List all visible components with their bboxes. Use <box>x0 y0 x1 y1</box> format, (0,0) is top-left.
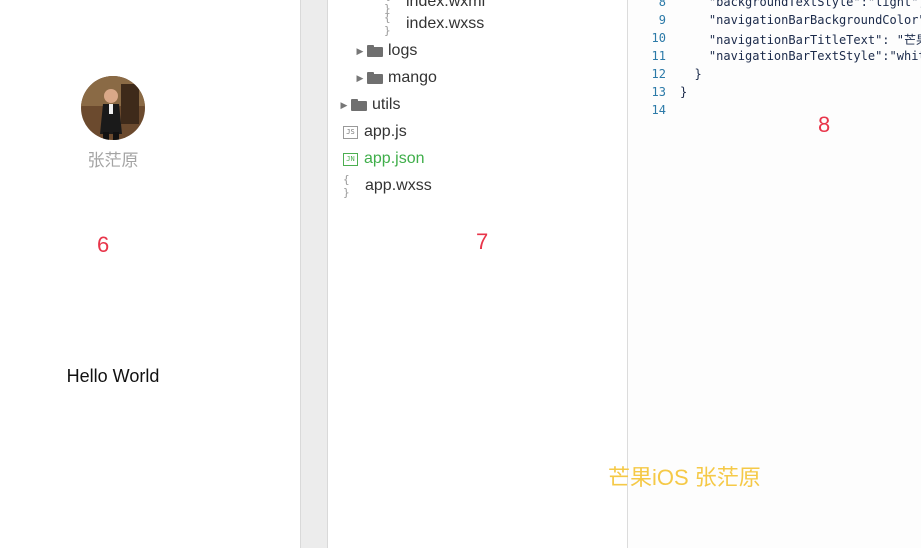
folder-item-logs[interactable]: ▶ logs <box>355 40 418 62</box>
code-text: "navigationBarBackgroundColor": "#fff", <box>708 13 921 27</box>
wxml-file-icon: { } <box>384 0 392 15</box>
line-number: 8 <box>658 0 666 9</box>
folder-item-utils[interactable]: ▶ utils <box>339 94 401 116</box>
file-label-selected: app.json <box>364 150 425 167</box>
json-file-icon: JN <box>343 152 358 166</box>
code-line: 10 "navigationBarTitleText": "芒果iOS", <box>628 31 921 49</box>
annotation-number-7: 7 <box>476 229 489 254</box>
avatar-photo <box>81 76 145 140</box>
folder-icon <box>367 72 383 84</box>
watermark-text: 芒果iOS 张茫原 <box>608 465 761 490</box>
file-item-app-wxss[interactable]: { } app.wxss <box>343 173 432 199</box>
file-item-index-wxss[interactable]: { } index.wxss <box>384 11 485 37</box>
code-text: "navigationBarTitleText": "芒果iOS", <box>708 33 921 47</box>
file-label: app.wxss <box>365 177 432 194</box>
wxss-file-icon: { } <box>343 173 351 199</box>
annotation-number-8: 8 <box>818 112 831 137</box>
line-number: 9 <box>658 13 666 27</box>
code-text: "navigationBarTextStyle":"white" <box>680 49 921 63</box>
wxss-file-icon: { } <box>384 11 392 37</box>
file-tree-pane: { } index.wxml { } index.wxss ▶ logs ▶ m… <box>328 0 628 548</box>
folder-item-mango[interactable]: ▶ mango <box>355 67 437 89</box>
folder-label: mango <box>388 69 437 86</box>
user-avatar[interactable] <box>81 76 145 140</box>
line-number: 10 <box>651 31 666 45</box>
code-line: 13 } <box>628 85 688 103</box>
code-line: 11 "navigationBarTextStyle":"white" <box>628 49 921 67</box>
line-number: 13 <box>651 85 666 99</box>
code-line: 9 "navigationBarBackgroundColor": "#fff"… <box>628 13 921 31</box>
file-item-app-json[interactable]: JN app.json <box>343 148 425 170</box>
code-line: 12 } <box>628 67 702 85</box>
expand-arrow-icon[interactable]: ▶ <box>355 73 365 84</box>
code-line: 8 "backgroundTextStyle":"light", <box>628 0 921 13</box>
code-line: 14 <box>628 103 680 121</box>
pane-splitter[interactable] <box>300 0 328 548</box>
folder-label: logs <box>388 42 418 59</box>
expand-arrow-icon[interactable]: ▶ <box>355 46 365 57</box>
file-label: app.js <box>364 123 407 140</box>
folder-label: utils <box>372 96 401 113</box>
line-number: 11 <box>651 49 666 63</box>
js-file-icon: JS <box>343 125 358 139</box>
greeting-text: Hello World <box>66 366 160 386</box>
file-item-app-js[interactable]: JS app.js <box>343 121 407 143</box>
line-number: 14 <box>651 103 666 117</box>
folder-icon <box>367 45 383 57</box>
annotation-number-6: 6 <box>97 232 110 257</box>
code-text: "backgroundTextStyle":"light", <box>680 0 921 9</box>
code-text: } <box>680 67 702 81</box>
file-label: index.wxss <box>406 15 485 32</box>
line-number: 12 <box>651 67 666 81</box>
expand-arrow-icon[interactable]: ▶ <box>339 100 349 111</box>
simulator-pane: 张茫原 6 Hello World <box>0 0 300 548</box>
user-nickname: 张茫原 <box>87 151 139 170</box>
file-label: index.wxml <box>406 0 486 10</box>
folder-icon <box>351 99 367 111</box>
devtools-window: 张茫原 6 Hello World { } index.wxml { } ind… <box>0 0 921 548</box>
code-text: } <box>680 85 688 99</box>
